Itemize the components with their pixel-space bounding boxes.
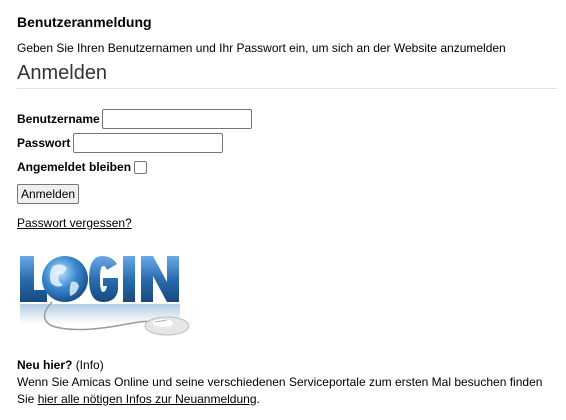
password-input[interactable] xyxy=(73,133,224,153)
login-button[interactable]: Anmelden xyxy=(17,184,80,204)
info-prefix: Sie xyxy=(17,392,38,406)
new-here-line: Neu hier? (Info) xyxy=(17,357,104,373)
info-tag: (Info) xyxy=(75,358,104,372)
remember-row: Angemeldet bleiben xyxy=(17,160,148,174)
login-page: Benutzeranmeldung Geben Sie Ihren Benutz… xyxy=(0,0,566,420)
password-row: Passwort xyxy=(17,133,224,153)
username-row: Benutzername xyxy=(17,109,252,129)
username-label: Benutzername xyxy=(17,112,100,126)
remember-label: Angemeldet bleiben xyxy=(17,160,132,174)
registration-info-link[interactable]: hier alle nötigen Infos zur Neuanmeldung xyxy=(38,392,257,406)
section-divider xyxy=(17,88,557,89)
page-title: Benutzeranmeldung xyxy=(17,14,152,30)
forgot-password-link[interactable]: Passwort vergessen? xyxy=(17,216,132,230)
username-input[interactable] xyxy=(101,109,252,129)
new-here-title: Neu hier? xyxy=(17,358,73,372)
section-title: Anmelden xyxy=(17,62,108,84)
login-logo-icon xyxy=(20,256,190,336)
password-label: Passwort xyxy=(17,136,71,150)
remember-checkbox[interactable] xyxy=(134,160,148,174)
intro-text: Geben Sie Ihren Benutzernamen und Ihr Pa… xyxy=(17,41,506,55)
new-user-info-text-continued: Sie hier alle nötigen Infos zur Neuanmel… xyxy=(17,391,260,407)
info-suffix: . xyxy=(256,392,260,406)
new-user-info-text: Wenn Sie Amicas Online und seine verschi… xyxy=(17,375,543,389)
